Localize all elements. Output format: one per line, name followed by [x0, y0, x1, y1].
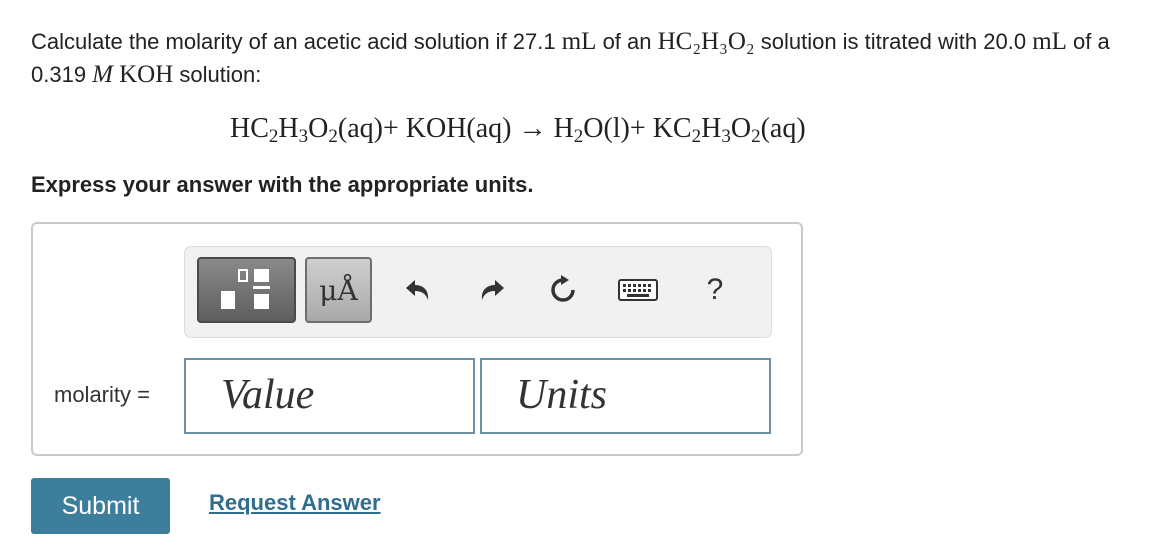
question-text: Calculate the molarity of an acetic acid… [31, 25, 1141, 91]
instruction-text: Express your answer with the appropriate… [31, 172, 534, 197]
templates-button[interactable] [197, 257, 296, 323]
templates-icon [221, 269, 270, 309]
submit-button[interactable]: Submit [31, 478, 170, 534]
units-button[interactable]: μÅ [305, 257, 372, 323]
math-toolbar: μÅ ? [184, 246, 772, 338]
formula-koh: KOH [119, 61, 174, 88]
molar-symbol: M [92, 61, 113, 88]
unit-ml: mL [1032, 28, 1067, 55]
keyboard-button[interactable] [615, 267, 661, 313]
units-input[interactable]: Units [480, 358, 771, 434]
question-part: Calculate the molarity of an acetic acid… [31, 29, 562, 54]
reaction-equation: HC2H3O2(aq)+ KOH(aq) → H2O(l)+ KC2H3O2(a… [230, 113, 806, 147]
redo-icon [481, 280, 504, 300]
value-input[interactable]: Value [184, 358, 475, 434]
formula-acetic-acid: HC₂H₃O₂ [657, 28, 755, 55]
keyboard-icon [618, 279, 658, 301]
answer-panel: μÅ ? molarity = Value Units [31, 222, 803, 456]
units-placeholder: Units [516, 372, 608, 418]
undo-icon [406, 280, 429, 300]
reset-button[interactable] [540, 267, 586, 313]
redo-button[interactable] [469, 267, 515, 313]
value-placeholder: Value [221, 372, 315, 418]
unit-ml: mL [561, 28, 597, 55]
question-part: solution is titrated with 20.0 [754, 29, 1033, 54]
help-icon: ? [706, 273, 724, 306]
reset-icon [551, 275, 575, 302]
request-answer-link[interactable]: Request Answer [209, 490, 381, 516]
question-part: of an [596, 29, 658, 54]
question-part: solution: [173, 62, 262, 87]
undo-button[interactable] [395, 267, 441, 313]
molarity-label: molarity = [54, 382, 150, 407]
help-button[interactable]: ? [695, 267, 735, 313]
